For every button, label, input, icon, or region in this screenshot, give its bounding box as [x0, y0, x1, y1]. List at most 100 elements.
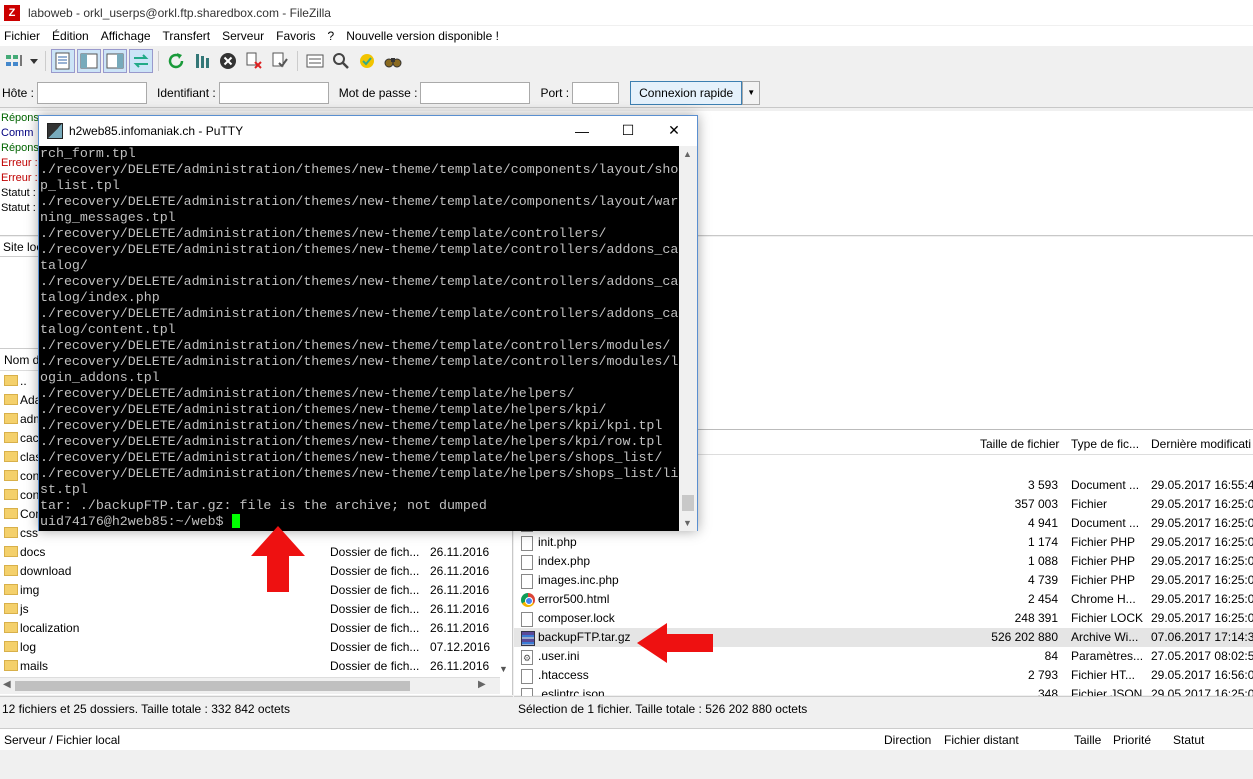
menu-new-version[interactable]: Nouvelle version disponible ! [342, 29, 505, 43]
scroll-left-icon[interactable]: ◀ [3, 679, 11, 690]
remote-file-date: 27.05.2017 08:02:51 [1151, 649, 1253, 663]
scroll-thumb[interactable] [15, 681, 410, 691]
dropdown-icon[interactable] [28, 49, 40, 73]
remote-list-item[interactable]: error500.html 2 454 Chrome H... 29.05.2017 … [514, 590, 1253, 609]
quickconnect-dropdown-icon[interactable]: ▼ [742, 80, 761, 105]
remote-list-item[interactable]: backupFTP.tar.gz 526 202 880 Archive Wi...… [514, 628, 1253, 647]
search-icon[interactable] [381, 49, 405, 73]
terminal-line: ./recovery/DELETE/administration/themes/… [40, 418, 663, 433]
menu-fichier[interactable]: Fichier [0, 29, 46, 43]
putty-window[interactable]: h2web85.infomaniak.ch - PuTTY — ☐ ✕ rch_… [38, 115, 698, 531]
toggle-log-icon[interactable] [51, 49, 75, 73]
host-input[interactable] [37, 81, 148, 104]
compare-icon[interactable] [329, 49, 353, 73]
close-icon[interactable]: ✕ [651, 116, 697, 145]
local-file-name: mails [20, 658, 49, 673]
sync-browse-icon[interactable] [355, 49, 379, 73]
password-input[interactable] [420, 81, 531, 104]
filter-icon[interactable] [303, 49, 327, 73]
local-list-item[interactable]: localization Dossier de fich... 26.11.2016… [0, 618, 512, 637]
remote-file-name: composer.lock [538, 611, 615, 625]
menu-favoris[interactable]: Favoris [272, 29, 321, 43]
folder-icon [4, 527, 18, 538]
maximize-icon[interactable]: ☐ [605, 116, 651, 145]
queue-column-status[interactable]: Statut [1173, 733, 1204, 747]
scroll-down-icon[interactable]: ▼ [683, 518, 692, 528]
remote-list-item[interactable]: index.php 1 088 Fichier PHP 29.05.2017 16:2… [514, 552, 1253, 571]
menu-affichage[interactable]: Affichage [97, 29, 157, 43]
remote-file-date: 07.06.2017 17:14:30 [1151, 630, 1253, 644]
terminal-prompt: uid74176@h2web85:~/web$ [40, 514, 232, 529]
reconnect-icon[interactable] [268, 49, 292, 73]
remote-column-type[interactable]: Type de fic... [1071, 437, 1139, 451]
menu-serveur[interactable]: Serveur [218, 29, 270, 43]
terminal-line: st.tpl [40, 482, 88, 497]
local-list-item[interactable]: js Dossier de fich... 26.11.2016 0 [0, 599, 512, 618]
scroll-right-icon[interactable]: ▶ [478, 679, 486, 690]
remote-list-item[interactable]: composer.lock 248 391 Fichier LOCK 29.05.20… [514, 609, 1253, 628]
chrome-icon [521, 593, 535, 607]
folder-icon [4, 375, 18, 386]
scroll-up-icon[interactable]: ▲ [683, 149, 692, 159]
port-input[interactable] [572, 81, 620, 104]
site-manager-icon[interactable] [2, 49, 26, 73]
arrow-up-annotation [251, 526, 305, 592]
toolbar-separator [158, 51, 159, 71]
remote-file-name: index.php [538, 554, 591, 568]
folder-icon [4, 603, 18, 614]
local-file-name: cac [20, 430, 39, 445]
folder-icon [4, 413, 18, 424]
terminal-line: ./recovery/DELETE/administration/themes/… [40, 194, 679, 209]
scroll-thumb[interactable] [682, 495, 694, 511]
menu-edition[interactable]: Édition [48, 29, 95, 43]
remote-file-name: init.php [538, 535, 577, 549]
queue-column-size[interactable]: Taille [1074, 733, 1101, 747]
remote-file-type: Fichier HT... [1071, 668, 1136, 682]
file-type-icon [521, 667, 534, 684]
toggle-local-tree-icon[interactable] [77, 49, 101, 73]
terminal-line: ning_messages.tpl [40, 210, 176, 225]
minimize-icon[interactable]: — [559, 116, 605, 145]
remote-column-size[interactable]: Taille de fichier [980, 437, 1059, 451]
remote-file-size: 526 202 880 [991, 630, 1058, 644]
remote-column-date[interactable]: Dernière modificati [1151, 437, 1251, 451]
scroll-down-icon[interactable]: ▼ [499, 664, 509, 674]
archive-icon [521, 631, 535, 646]
toggle-remote-tree-icon[interactable] [103, 49, 127, 73]
remote-file-name: images.inc.php [538, 573, 619, 587]
quickconnect-button[interactable]: Connexion rapide [630, 80, 743, 105]
arrow-left-annotation [637, 623, 713, 663]
remote-file-type: Document ... [1071, 516, 1140, 530]
terminal-line: p_list.tpl [40, 178, 120, 193]
terminal-line: talog/index.php [40, 290, 160, 305]
terminal-line: ogin_addons.tpl [40, 370, 160, 385]
queue-column-priority[interactable]: Priorité [1113, 733, 1151, 747]
folder-icon [4, 565, 18, 576]
queue-column-remote-file[interactable]: Fichier distant [944, 733, 1019, 747]
menu-help[interactable]: ? [324, 29, 341, 43]
remote-file-date: 29.05.2017 16:55:49 [1151, 478, 1253, 492]
toolbar [0, 47, 1253, 75]
remote-list-item[interactable]: init.php 1 174 Fichier PHP 29.05.2017 16:25… [514, 533, 1253, 552]
remote-file-type: Chrome H... [1071, 592, 1136, 606]
remote-list-item[interactable]: .user.ini 84 Paramètres... 27.05.2017 08:02… [514, 647, 1253, 666]
terminal-scrollbar[interactable]: ▲ ▼ [679, 146, 697, 531]
local-horizontal-scrollbar[interactable]: ◀ ▶ [0, 677, 500, 694]
remote-list-item[interactable]: .htaccess 2 793 Fichier HT... 29.05.2017 16… [514, 666, 1253, 685]
queue-header: Serveur / Fichier local Direction Fichie… [0, 728, 1253, 750]
refresh-icon[interactable] [164, 49, 188, 73]
user-input[interactable] [218, 81, 329, 104]
toggle-queue-icon[interactable] [129, 49, 153, 73]
queue-column-direction[interactable]: Direction [884, 733, 931, 747]
local-list-item[interactable]: mails Dossier de fich... 26.11.2016 0 [0, 656, 512, 675]
cancel-icon[interactable] [216, 49, 240, 73]
remote-file-date: 29.05.2017 16:56:00 [1151, 668, 1253, 682]
terminal-line: talog/content.tpl [40, 322, 176, 337]
remote-list-item[interactable]: images.inc.php 4 739 Fichier PHP 29.05.2017… [514, 571, 1253, 590]
menu-transfert[interactable]: Transfert [159, 29, 217, 43]
queue-column-server[interactable]: Serveur / Fichier local [4, 733, 120, 747]
local-list-item[interactable]: log Dossier de fich... 07.12.2016 1 [0, 637, 512, 656]
process-queue-icon[interactable] [190, 49, 214, 73]
disconnect-icon[interactable] [242, 49, 266, 73]
terminal-output[interactable]: rch_form.tpl ./recovery/DELETE/administra… [39, 146, 679, 531]
